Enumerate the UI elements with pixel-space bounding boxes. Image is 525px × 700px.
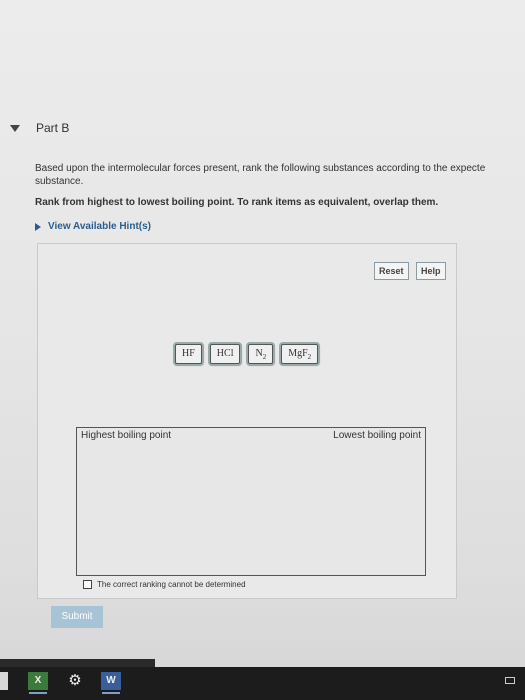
excel-active-indicator	[29, 692, 47, 694]
part-header[interactable]: Part B	[10, 121, 69, 135]
expand-triangle-icon	[35, 222, 41, 231]
item-n2[interactable]: N2	[248, 344, 274, 364]
item-hf[interactable]: HF	[175, 344, 202, 364]
help-button[interactable]: Help	[416, 262, 446, 280]
ranking-panel: Reset Help HF HCl N2 MgF2 Highest boilin…	[37, 243, 457, 599]
reset-button[interactable]: Reset	[374, 262, 409, 280]
ranking-drop-zone[interactable]: Highest boiling point Lowest boiling poi…	[76, 427, 426, 576]
word-active-indicator	[102, 692, 120, 694]
word-icon[interactable]: W	[101, 672, 121, 690]
collapse-triangle-icon[interactable]	[10, 124, 20, 132]
view-hints-link[interactable]: View Available Hint(s)	[35, 221, 151, 232]
cannot-determine-label: The correct ranking cannot be determined	[97, 580, 246, 589]
submit-button[interactable]: Submit	[51, 606, 103, 628]
taskbar: X ⚙ W	[0, 659, 525, 700]
cannot-determine-option[interactable]: The correct ranking cannot be determined	[83, 580, 246, 589]
view-hints-label: View Available Hint(s)	[48, 221, 151, 232]
lowest-label: Lowest boiling point	[333, 430, 421, 441]
highest-label: Highest boiling point	[81, 430, 172, 441]
battery-icon	[505, 677, 515, 684]
excel-icon[interactable]: X	[28, 672, 48, 690]
question-text: Based upon the intermolecular forces pre…	[35, 162, 525, 188]
item-tray: HF HCl N2 MgF2	[175, 344, 319, 364]
item-hcl[interactable]: HCl	[209, 344, 241, 364]
taskbar-edge	[0, 672, 8, 690]
part-title: Part B	[36, 121, 70, 135]
gear-icon[interactable]: ⚙	[65, 672, 85, 690]
item-mgf2[interactable]: MgF2	[281, 344, 319, 364]
question-line-2: substance.	[35, 176, 84, 187]
cannot-determine-checkbox[interactable]	[83, 580, 92, 589]
instruction-text: Rank from highest to lowest boiling poin…	[35, 197, 439, 208]
question-line-1: Based upon the intermolecular forces pre…	[35, 163, 486, 174]
